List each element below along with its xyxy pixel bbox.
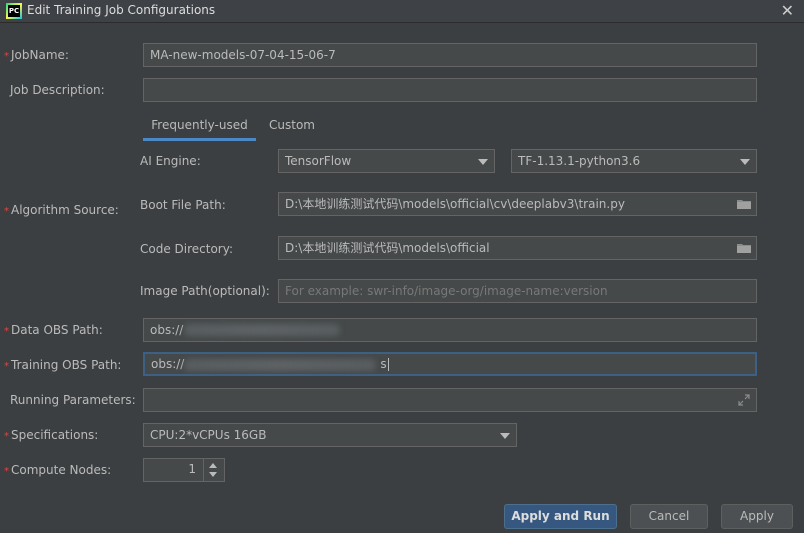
title-bar: PC Edit Training Job Configurations ✕ [0,0,804,23]
training-obs-path-label: * Training OBS Path: [4,358,122,372]
chevron-up-icon[interactable] [209,463,217,468]
tab-custom[interactable]: Custom [269,118,315,132]
training-obs-path-suffix: s [380,357,387,371]
image-path-input[interactable]: For example: swr-info/image-org/image-na… [278,279,757,303]
compute-nodes-stepper[interactable]: 1 [143,458,225,482]
expand-icon[interactable] [738,394,750,406]
boot-file-path-label: Boot File Path: [140,198,226,212]
boot-file-path-input[interactable]: D:\本地训练测试代码\models\official\cv\deeplabv3… [278,192,757,216]
job-name-input[interactable]: MA-new-models-07-04-15-06-7 [143,43,757,67]
chevron-down-icon [740,159,750,165]
specifications-label: * Specifications: [4,428,99,442]
close-icon[interactable]: ✕ [781,1,794,20]
engine-version-select[interactable]: TF-1.13.1-python3.6 [511,149,757,173]
redacted-region [184,359,376,371]
text-cursor [387,358,389,371]
folder-icon[interactable] [737,199,751,209]
chevron-down-icon[interactable] [209,472,217,477]
ai-engine-label: AI Engine: [140,154,201,168]
redacted-region [184,324,340,336]
engine-version-value: TF-1.13.1-python3.6 [518,154,641,168]
code-directory-label: Code Directory: [140,242,234,256]
algorithm-source-label: * Algorithm Source: [4,203,119,217]
specifications-select[interactable]: CPU:2*vCPUs 16GB [143,423,517,447]
job-description-label: Job Description: [10,83,105,97]
stepper-buttons[interactable] [203,459,224,481]
running-parameters-label: Running Parameters: [10,393,136,407]
data-obs-path-value: obs:// [150,323,184,337]
specifications-value: CPU:2*vCPUs 16GB [150,428,267,442]
compute-nodes-label: * Compute Nodes: [4,463,112,477]
pycharm-logo-icon: PC [6,3,22,19]
apply-button[interactable]: Apply [721,504,793,529]
folder-icon[interactable] [737,243,751,253]
tab-frequently-used[interactable]: Frequently-used [143,118,256,141]
running-parameters-input[interactable] [143,388,757,412]
chevron-down-icon [478,159,488,165]
training-obs-path-prefix: obs:// [151,357,185,371]
window-title: Edit Training Job Configurations [27,3,216,17]
ai-engine-value: TensorFlow [285,154,352,168]
code-directory-value: D:\本地训练测试代码\models\official [285,241,490,255]
job-name-label: * JobName: [4,48,69,62]
cancel-button[interactable]: Cancel [630,504,708,529]
compute-nodes-value: 1 [188,462,196,476]
chevron-down-icon [500,433,510,439]
image-path-label: Image Path(optional): [140,284,270,298]
ai-engine-select[interactable]: TensorFlow [278,149,495,173]
boot-file-path-value: D:\本地训练测试代码\models\official\cv\deeplabv3… [285,197,625,211]
code-directory-input[interactable]: D:\本地训练测试代码\models\official [278,236,757,260]
data-obs-path-label: * Data OBS Path: [4,323,103,337]
job-description-input[interactable] [143,78,757,102]
apply-and-run-button[interactable]: Apply and Run [504,504,617,529]
